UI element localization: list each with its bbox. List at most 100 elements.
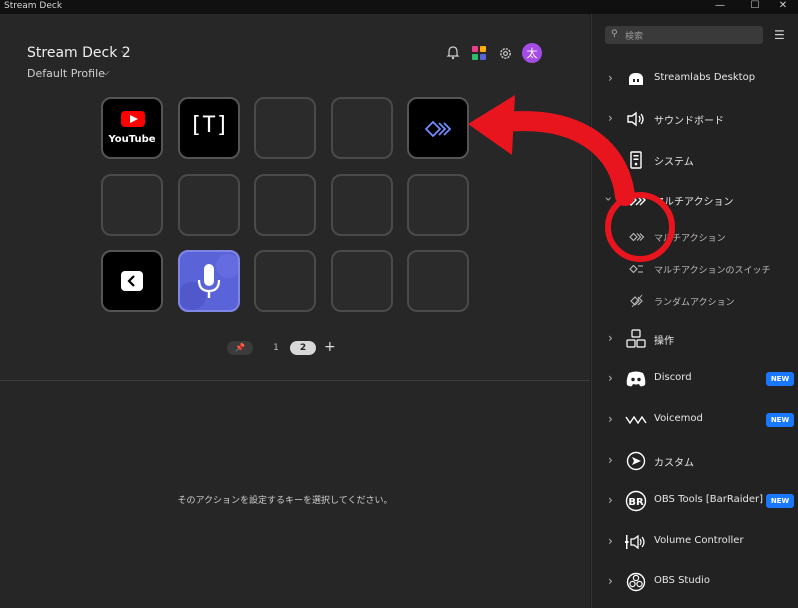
- text-icon: [T]: [189, 113, 229, 138]
- chevron-right-icon: ›: [608, 412, 613, 426]
- multi-action-icon: [625, 189, 647, 211]
- category-voicemod[interactable]: › Voicemod NEW: [592, 400, 798, 440]
- key-empty[interactable]: [254, 174, 316, 236]
- play-icon: [130, 115, 138, 123]
- key-empty[interactable]: [178, 174, 240, 236]
- chevron-down-icon[interactable]: ⌵: [102, 67, 110, 78]
- pin-icon[interactable]: 📌: [227, 341, 253, 355]
- key-microphone[interactable]: [178, 250, 240, 312]
- window-title: Stream Deck: [4, 1, 63, 11]
- volume-icon: [625, 531, 647, 553]
- youtube-label: YouTube: [108, 134, 156, 145]
- category-multi-action[interactable]: › マルチアクション: [592, 180, 798, 220]
- category-obs-studio[interactable]: › OBS Studio: [592, 562, 798, 602]
- key-empty[interactable]: [331, 174, 393, 236]
- category-discord[interactable]: › Discord NEW: [592, 359, 798, 399]
- add-page-button[interactable]: +: [324, 339, 336, 355]
- key-empty[interactable]: [101, 174, 163, 236]
- search-input[interactable]: ⚲ 検索: [605, 26, 763, 44]
- key-empty[interactable]: [407, 174, 469, 236]
- category-custom[interactable]: › カスタム: [592, 441, 798, 481]
- barraider-icon: BR: [625, 490, 647, 512]
- action-label: マルチアクションのスイッチ: [654, 266, 771, 276]
- chevron-right-icon: ›: [608, 574, 613, 588]
- chevron-right-icon: ›: [608, 331, 613, 345]
- system-icon: [625, 149, 647, 171]
- category-label: システム: [654, 157, 694, 168]
- notification-bell-icon[interactable]: [444, 44, 462, 62]
- action-random-action[interactable]: ランダムアクション: [592, 286, 798, 316]
- voicemod-icon: [625, 409, 647, 431]
- device-selector[interactable]: Stream Deck 2: [27, 45, 131, 61]
- canvas-area: Stream Deck 2 ⌵ Default Profile ⌵ 太 YouT…: [0, 14, 590, 381]
- maximize-button[interactable]: ☐: [740, 0, 770, 14]
- key-empty[interactable]: [331, 250, 393, 312]
- multi-action-icon: [424, 120, 452, 138]
- category-label: OBS Studio: [654, 575, 710, 586]
- action-multi-action[interactable]: マルチアクション: [592, 222, 798, 252]
- key-empty[interactable]: [254, 250, 316, 312]
- category-label: Volume Controller: [654, 535, 744, 546]
- title-bar: Stream Deck — ☐ ✕: [0, 0, 798, 14]
- avatar[interactable]: 太: [522, 43, 542, 63]
- actions-sidebar: ⚲ 検索 ☰ › Streamlabs Desktop › サウンドボード › …: [591, 14, 798, 608]
- discord-icon: [625, 368, 647, 390]
- multi-action-icon: [629, 229, 645, 245]
- streamlabs-icon: [625, 68, 647, 90]
- key-back[interactable]: [101, 250, 163, 312]
- operation-icon: [625, 328, 647, 350]
- key-empty[interactable]: [331, 97, 393, 159]
- chevron-right-icon: ›: [608, 111, 613, 125]
- chevron-right-icon: ›: [608, 152, 613, 166]
- page-button-2[interactable]: 2: [290, 341, 316, 355]
- category-obs-tools-barraider[interactable]: › BR OBS Tools [BarRaider] NEW: [592, 481, 798, 521]
- new-badge: NEW: [766, 494, 794, 508]
- category-system[interactable]: › システム: [592, 140, 798, 180]
- marketplace-icon[interactable]: [470, 44, 488, 62]
- chevron-right-icon: ›: [608, 534, 613, 548]
- key-multi-action[interactable]: [407, 97, 469, 159]
- custom-icon: [625, 450, 647, 472]
- microphone-icon: [180, 254, 238, 310]
- category-label: マルチアクション: [654, 197, 734, 208]
- hint-text: そのアクションを設定するキーを選択してください。: [177, 496, 393, 506]
- profile-selector[interactable]: Default Profile: [27, 67, 105, 80]
- search-placeholder: 検索: [625, 32, 644, 42]
- speaker-icon: [625, 108, 647, 130]
- main-area: Stream Deck 2 ⌵ Default Profile ⌵ 太 YouT…: [0, 14, 590, 608]
- avatar-initial: 太: [526, 47, 538, 60]
- category-label: OBS Tools [BarRaider]: [654, 494, 764, 505]
- key-empty[interactable]: [254, 97, 316, 159]
- chevron-down-icon: ›: [601, 196, 616, 202]
- category-operation[interactable]: › 操作: [592, 319, 798, 359]
- svg-text:BR: BR: [628, 497, 644, 508]
- category-label: Streamlabs Desktop: [654, 72, 756, 83]
- obs-icon: [625, 571, 647, 593]
- property-inspector: そのアクションを設定するキーを選択してください。: [0, 382, 590, 608]
- category-volume-controller[interactable]: › Volume Controller: [592, 522, 798, 562]
- action-label: マルチアクション: [654, 234, 726, 244]
- search-icon: ⚲: [611, 29, 618, 39]
- chevron-right-icon: ›: [608, 453, 613, 467]
- key-empty[interactable]: [407, 250, 469, 312]
- category-label: Voicemod: [654, 413, 703, 424]
- multi-action-switch-icon: [629, 261, 645, 277]
- back-icon: [121, 271, 143, 291]
- category-label: Discord: [654, 372, 692, 383]
- category-label: カスタム: [654, 458, 694, 469]
- key-youtube[interactable]: YouTube: [101, 97, 163, 159]
- close-button[interactable]: ✕: [768, 0, 798, 14]
- chevron-right-icon: ›: [608, 371, 613, 385]
- minimize-button[interactable]: —: [705, 0, 735, 14]
- list-view-icon[interactable]: ☰: [774, 28, 785, 42]
- category-soundboard[interactable]: › サウンドボード: [592, 99, 798, 139]
- page-button-1[interactable]: 1: [263, 341, 289, 355]
- gear-icon[interactable]: [496, 44, 514, 62]
- random-action-icon: [629, 293, 645, 309]
- category-label: サウンドボード: [654, 116, 724, 127]
- chevron-down-icon[interactable]: ⌵: [121, 45, 129, 59]
- category-streamlabs[interactable]: › Streamlabs Desktop: [592, 59, 798, 99]
- chevron-right-icon: ›: [608, 493, 613, 507]
- action-multi-action-switch[interactable]: マルチアクションのスイッチ: [592, 254, 798, 284]
- key-text[interactable]: [T]: [178, 97, 240, 159]
